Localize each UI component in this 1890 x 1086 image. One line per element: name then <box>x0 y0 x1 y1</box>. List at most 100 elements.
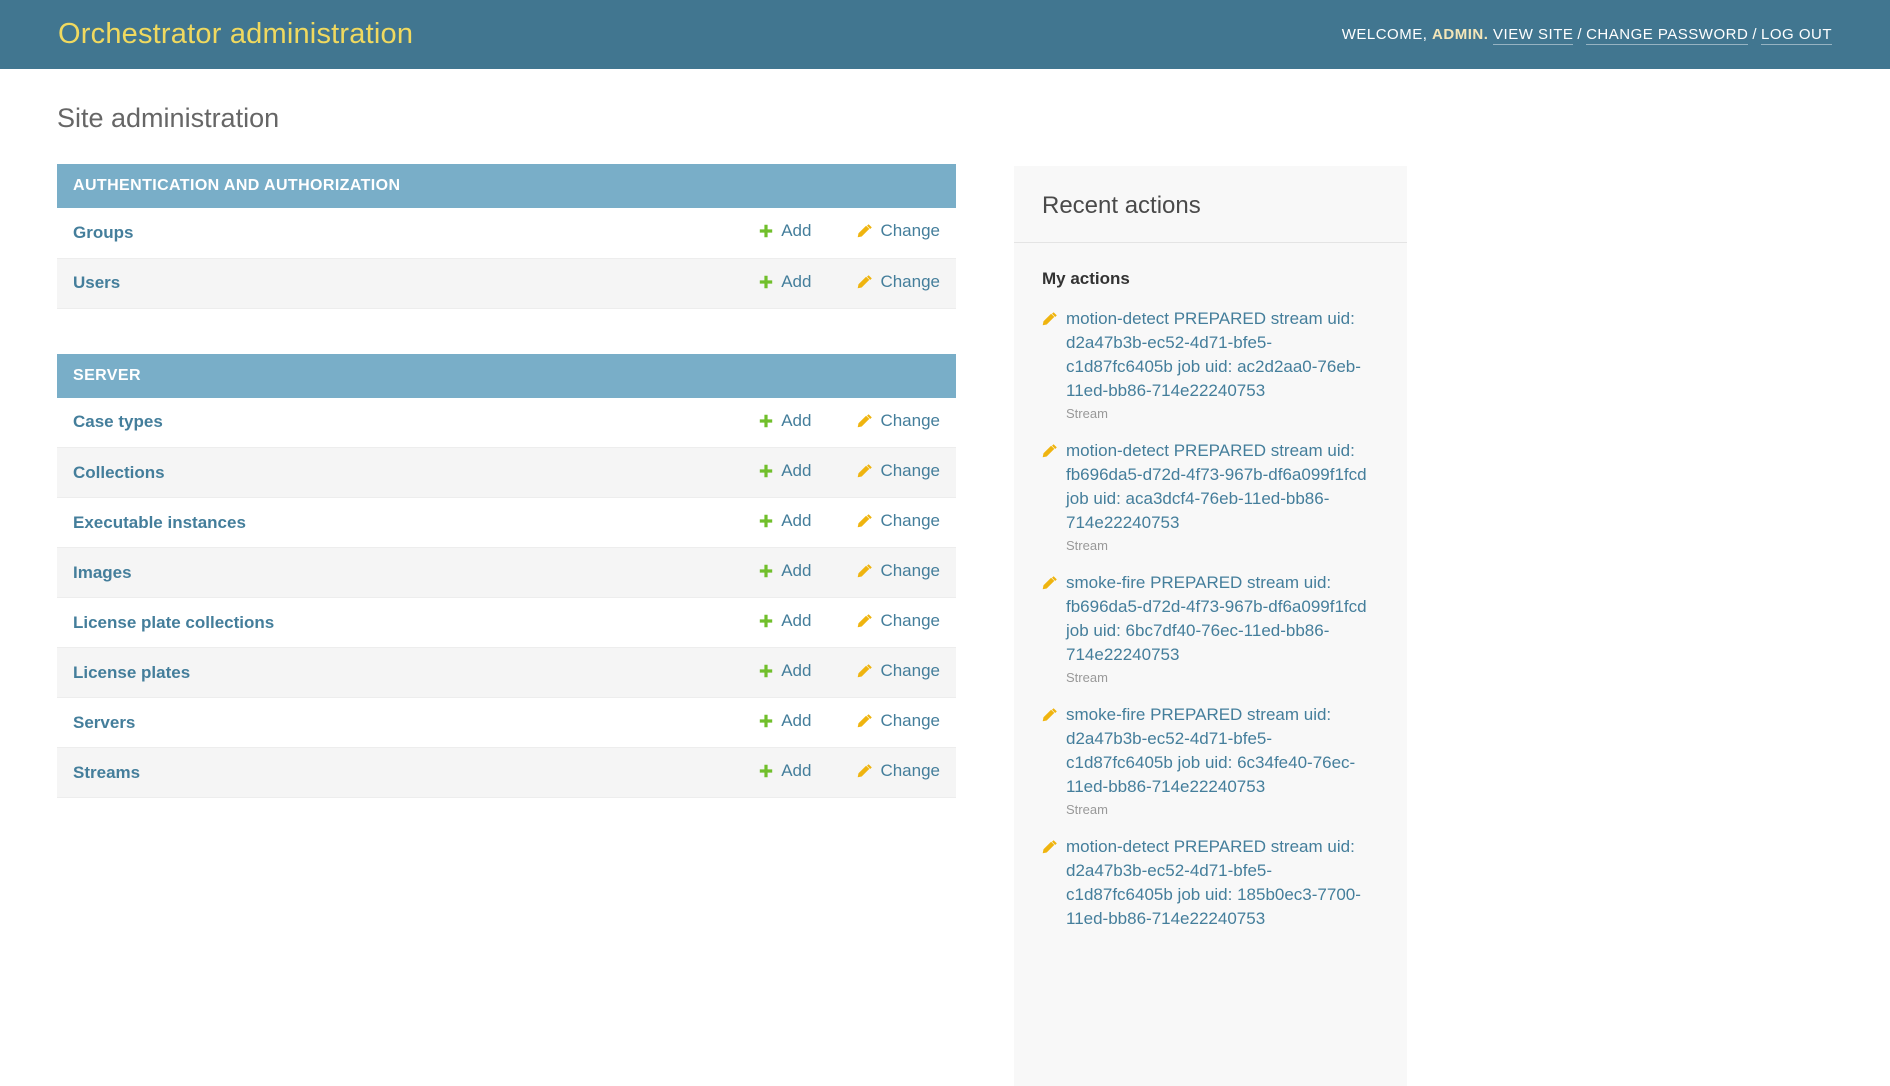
module-server-caption-link[interactable]: SERVER <box>73 367 141 384</box>
model-link-license-plate-collections[interactable]: License plate collections <box>73 613 274 632</box>
content-area: Site administration AUTHENTICATION AND A… <box>0 69 1890 1086</box>
change-license-plate-collections-button[interactable]: Change <box>857 611 940 631</box>
model-link-groups[interactable]: Groups <box>73 223 133 242</box>
model-link-collections[interactable]: Collections <box>73 463 165 482</box>
module-auth: AUTHENTICATION AND AUTHORIZATION Groups <box>57 164 956 309</box>
recent-action-link[interactable]: motion-detect PREPARED stream uid: d2a47… <box>1066 309 1361 400</box>
pencil-icon <box>1042 575 1058 591</box>
recent-action-item: motion-detect PREPARED stream uid: d2a47… <box>1042 307 1375 422</box>
module-auth-caption-link[interactable]: AUTHENTICATION AND AUTHORIZATION <box>73 177 400 194</box>
action-object-type: Stream <box>1066 537 1375 554</box>
plus-icon <box>758 613 774 629</box>
module-server: SERVER Case types Add Change Collections Add… <box>57 354 956 799</box>
site-title[interactable]: Orchestrator administration <box>58 18 413 51</box>
action-list: motion-detect PREPARED stream uid: d2a47… <box>1014 307 1407 931</box>
model-link-license-plates[interactable]: License plates <box>73 663 190 682</box>
add-case-types-button[interactable]: Add <box>758 411 811 431</box>
model-link-streams[interactable]: Streams <box>73 763 140 782</box>
plus-icon <box>758 463 774 479</box>
change-label: Change <box>880 711 940 731</box>
table-row-images: Images Add Change <box>57 548 956 598</box>
change-servers-button[interactable]: Change <box>857 711 940 731</box>
model-link-users[interactable]: Users <box>73 273 120 292</box>
recent-actions-panel: Recent actions My actions motion-detect … <box>1014 166 1407 1086</box>
change-password-link[interactable]: CHANGE PASSWORD <box>1586 26 1748 45</box>
change-label: Change <box>880 761 940 781</box>
pencil-icon <box>857 463 873 479</box>
add-license-plate-collections-button[interactable]: Add <box>758 611 811 631</box>
change-label: Change <box>880 661 940 681</box>
change-label: Change <box>880 411 940 431</box>
change-groups-button[interactable]: Change <box>857 221 940 241</box>
add-collections-button[interactable]: Add <box>758 461 811 481</box>
pencil-icon <box>857 563 873 579</box>
plus-icon <box>758 663 774 679</box>
link-separator: / <box>1573 26 1586 43</box>
add-label: Add <box>781 221 811 241</box>
recent-action-link[interactable]: smoke-fire PREPARED stream uid: fb696da5… <box>1066 573 1367 664</box>
my-actions-subtitle: My actions <box>1042 269 1379 289</box>
add-label: Add <box>781 561 811 581</box>
table-row-users: Users Add <box>57 258 956 308</box>
recent-actions-title: Recent actions <box>1014 166 1407 242</box>
content-main: Site administration AUTHENTICATION AND A… <box>57 83 956 798</box>
change-label: Change <box>880 511 940 531</box>
pencil-icon <box>857 763 873 779</box>
add-users-button[interactable]: Add <box>758 272 811 292</box>
recent-action-link[interactable]: smoke-fire PREPARED stream uid: d2a47b3b… <box>1066 705 1355 796</box>
plus-icon <box>758 413 774 429</box>
change-users-button[interactable]: Change <box>857 272 940 292</box>
table-row-streams: Streams Add Change <box>57 748 956 798</box>
change-streams-button[interactable]: Change <box>857 761 940 781</box>
change-label: Change <box>880 272 940 292</box>
table-row-case-types: Case types Add Change <box>57 398 956 448</box>
page-title: Site administration <box>57 103 956 134</box>
pencil-icon <box>857 713 873 729</box>
add-label: Add <box>781 711 811 731</box>
add-servers-button[interactable]: Add <box>758 711 811 731</box>
add-label: Add <box>781 461 811 481</box>
pencil-icon <box>857 413 873 429</box>
add-label: Add <box>781 511 811 531</box>
change-images-button[interactable]: Change <box>857 561 940 581</box>
table-row-collections: Collections Add Change <box>57 448 956 498</box>
recent-action-item: smoke-fire PREPARED stream uid: d2a47b3b… <box>1042 703 1375 818</box>
recent-action-item: smoke-fire PREPARED stream uid: fb696da5… <box>1042 571 1375 686</box>
recent-action-link[interactable]: motion-detect PREPARED stream uid: d2a47… <box>1066 837 1361 928</box>
model-link-executable-instances[interactable]: Executable instances <box>73 513 246 532</box>
recent-action-item: motion-detect PREPARED stream uid: d2a47… <box>1042 835 1375 931</box>
plus-icon <box>758 513 774 529</box>
welcome-text: WELCOME, <box>1342 26 1428 43</box>
change-license-plates-button[interactable]: Change <box>857 661 940 681</box>
view-site-link[interactable]: VIEW SITE <box>1493 26 1573 45</box>
log-out-link[interactable]: LOG OUT <box>1761 26 1832 45</box>
change-collections-button[interactable]: Change <box>857 461 940 481</box>
plus-icon <box>758 563 774 579</box>
action-object-type: Stream <box>1066 405 1375 422</box>
table-row-license-plates: License plates Add Change <box>57 648 956 698</box>
model-link-servers[interactable]: Servers <box>73 713 135 732</box>
module-auth-caption: AUTHENTICATION AND AUTHORIZATION <box>57 164 956 208</box>
table-row-servers: Servers Add Change <box>57 698 956 748</box>
model-link-case-types[interactable]: Case types <box>73 412 163 431</box>
add-executable-instances-button[interactable]: Add <box>758 511 811 531</box>
current-username: ADMIN. <box>1432 26 1488 43</box>
change-executable-instances-button[interactable]: Change <box>857 511 940 531</box>
model-link-images[interactable]: Images <box>73 563 132 582</box>
add-license-plates-button[interactable]: Add <box>758 661 811 681</box>
add-label: Add <box>781 761 811 781</box>
table-row-license-plate-collections: License plate collections Add Change <box>57 598 956 648</box>
pencil-icon <box>1042 311 1058 327</box>
add-images-button[interactable]: Add <box>758 561 811 581</box>
pencil-icon <box>1042 707 1058 723</box>
change-label: Change <box>880 561 940 581</box>
action-object-type: Stream <box>1066 801 1375 818</box>
change-case-types-button[interactable]: Change <box>857 411 940 431</box>
add-streams-button[interactable]: Add <box>758 761 811 781</box>
user-tools: WELCOME, ADMIN. VIEW SITE/CHANGE PASSWOR… <box>1342 26 1832 43</box>
add-label: Add <box>781 272 811 292</box>
add-label: Add <box>781 661 811 681</box>
add-groups-button[interactable]: Add <box>758 221 811 241</box>
recent-action-item: motion-detect PREPARED stream uid: fb696… <box>1042 439 1375 554</box>
recent-action-link[interactable]: motion-detect PREPARED stream uid: fb696… <box>1066 441 1367 532</box>
